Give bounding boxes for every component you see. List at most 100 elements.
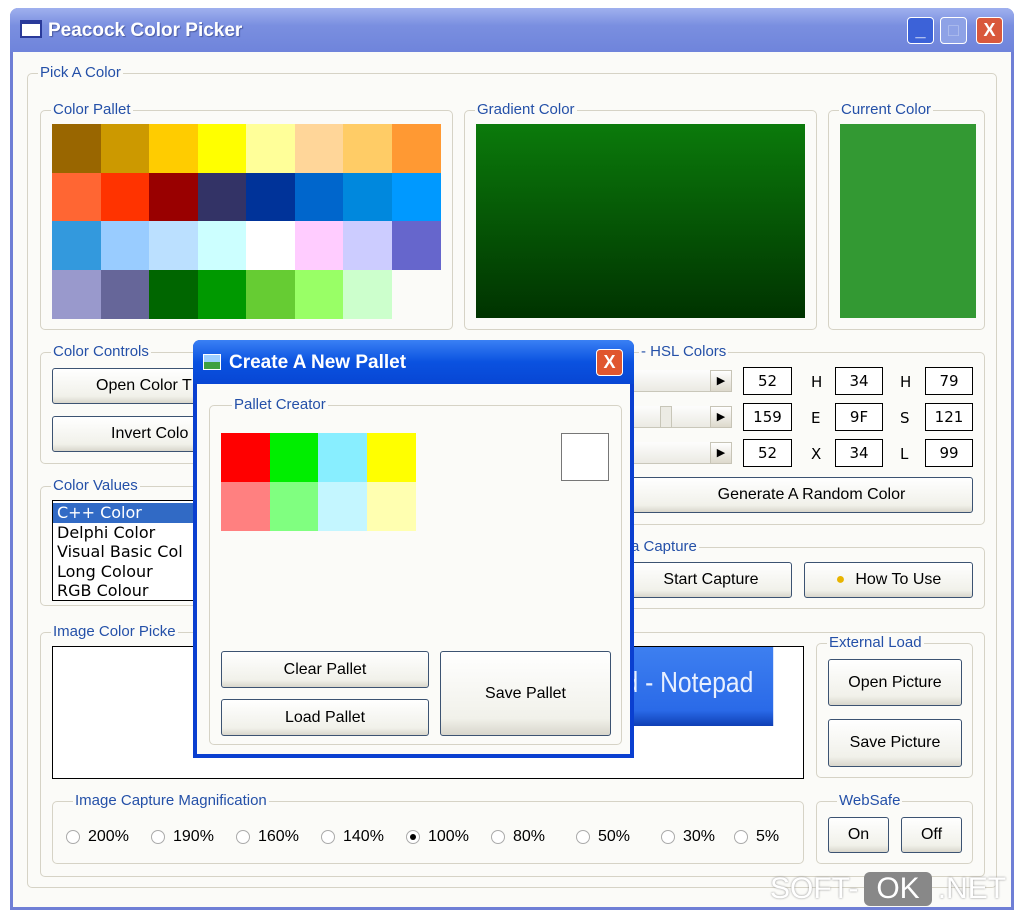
- magnification-radio[interactable]: 5%: [734, 828, 779, 846]
- pallet-color-cell[interactable]: [343, 124, 392, 173]
- slider-thumb[interactable]: [660, 406, 672, 428]
- hsl-value-field[interactable]: 121: [925, 403, 973, 431]
- scroll-right-arrow[interactable]: ▶: [710, 406, 732, 428]
- pallet-color-cell[interactable]: [343, 172, 392, 222]
- pallet-creator-cell[interactable]: [221, 481, 270, 531]
- pallet-color-cell[interactable]: [246, 124, 295, 173]
- pallet-color-cell[interactable]: [52, 172, 101, 222]
- rgb-value-field[interactable]: 52: [743, 439, 792, 467]
- pallet-creator-cell[interactable]: [269, 481, 319, 531]
- pallet-color-cell[interactable]: [294, 124, 344, 173]
- radio-label: 140%: [343, 828, 384, 845]
- pallet-color-cell[interactable]: [100, 172, 150, 222]
- pallet-creator-swatches[interactable]: [221, 433, 416, 531]
- magnification-radio[interactable]: 200%: [66, 828, 129, 846]
- button-label: Generate A Random Color: [717, 486, 906, 503]
- websafe-on-button[interactable]: On: [828, 817, 889, 853]
- magnification-radio[interactable]: 30%: [661, 828, 715, 846]
- minimize-button[interactable]: _: [907, 17, 934, 44]
- magnification-radio[interactable]: 160%: [236, 828, 299, 846]
- magnification-radio[interactable]: 140%: [321, 828, 384, 846]
- pallet-color-cell[interactable]: [52, 269, 101, 319]
- scroll-right-arrow[interactable]: ▶: [710, 442, 732, 464]
- radio-circle[interactable]: [151, 830, 165, 844]
- pallet-color-cell[interactable]: [343, 221, 392, 270]
- pallet-color-cell[interactable]: [52, 221, 101, 270]
- pallet-color-cell[interactable]: [294, 172, 344, 222]
- pallet-color-cell[interactable]: [294, 221, 344, 270]
- load-pallet-button[interactable]: Load Pallet: [221, 699, 429, 736]
- magnification-radio[interactable]: 190%: [151, 828, 214, 846]
- window-title: Peacock Color Picker: [48, 20, 243, 41]
- pallet-color-cell[interactable]: [246, 221, 295, 270]
- hsl-label: L: [900, 445, 909, 463]
- group-label: Current Color: [839, 101, 934, 118]
- radio-circle[interactable]: [661, 830, 675, 844]
- maximize-button[interactable]: □: [940, 17, 967, 44]
- group-label: Pallet Creator: [232, 396, 328, 413]
- radio-circle[interactable]: [576, 830, 590, 844]
- clear-pallet-button[interactable]: Clear Pallet: [221, 651, 429, 688]
- radio-circle[interactable]: [491, 830, 505, 844]
- rgb-value-field[interactable]: 159: [743, 403, 792, 431]
- pallet-color-cell[interactable]: [197, 269, 247, 319]
- how-to-use-button[interactable]: ● How To Use: [804, 562, 973, 598]
- hsl-value-field[interactable]: 79: [925, 367, 973, 395]
- pallet-color-cell[interactable]: [149, 172, 198, 222]
- save-picture-button[interactable]: Save Picture: [828, 719, 962, 767]
- websafe-off-button[interactable]: Off: [901, 817, 962, 853]
- open-picture-button[interactable]: Open Picture: [828, 659, 962, 706]
- pallet-creator-cell[interactable]: [366, 433, 416, 482]
- pallet-creator-cell[interactable]: [318, 433, 367, 482]
- group-label: Pick A Color: [38, 64, 123, 81]
- hex-value-field[interactable]: 34: [835, 439, 883, 467]
- hex-value-field[interactable]: 9F: [835, 403, 883, 431]
- hsl-value-field[interactable]: 99: [925, 439, 973, 467]
- selected-color-preview: [561, 433, 609, 481]
- dialog-close-button[interactable]: X: [596, 349, 623, 376]
- pallet-color-cell[interactable]: [100, 221, 150, 270]
- magnification-radio[interactable]: 50%: [576, 828, 630, 846]
- close-button[interactable]: X: [976, 17, 1003, 44]
- pallet-color-cell[interactable]: [343, 269, 392, 319]
- group-label: Color Values: [51, 477, 140, 494]
- pallet-color-cell[interactable]: [391, 124, 441, 173]
- pallet-color-cell[interactable]: [391, 172, 441, 222]
- pallet-color-cell[interactable]: [52, 124, 101, 173]
- pallet-color-cell[interactable]: [197, 124, 247, 173]
- magnification-radio[interactable]: 100%: [406, 828, 469, 846]
- current-color-swatch: [840, 124, 976, 318]
- radio-circle[interactable]: [236, 830, 250, 844]
- pallet-color-cell[interactable]: [100, 269, 150, 319]
- pallet-creator-cell[interactable]: [221, 433, 270, 482]
- pallet-color-cell[interactable]: [149, 124, 198, 173]
- pallet-color-cell[interactable]: [391, 269, 441, 319]
- radio-circle[interactable]: [734, 830, 748, 844]
- hex-value-field[interactable]: 34: [835, 367, 883, 395]
- rgb-value-field[interactable]: 52: [743, 367, 792, 395]
- group-label: WebSafe: [837, 792, 903, 809]
- scroll-right-arrow[interactable]: ▶: [710, 370, 732, 392]
- pallet-color-cell[interactable]: [294, 269, 344, 319]
- radio-circle[interactable]: [321, 830, 335, 844]
- pallet-creator-cell[interactable]: [366, 481, 416, 531]
- pallet-color-cell[interactable]: [197, 221, 247, 270]
- lightbulb-icon: ●: [835, 571, 846, 588]
- color-pallet-grid[interactable]: [52, 124, 441, 319]
- pallet-color-cell[interactable]: [246, 269, 295, 319]
- radio-label: 30%: [683, 828, 716, 845]
- pallet-color-cell[interactable]: [246, 172, 295, 222]
- radio-circle[interactable]: [66, 830, 80, 844]
- pallet-creator-cell[interactable]: [318, 481, 367, 531]
- pallet-color-cell[interactable]: [391, 221, 441, 270]
- pallet-color-cell[interactable]: [100, 124, 150, 173]
- pallet-color-cell[interactable]: [149, 269, 198, 319]
- pallet-color-cell[interactable]: [149, 221, 198, 270]
- watermark-text: OK: [864, 872, 932, 906]
- gradient-swatch[interactable]: [476, 124, 805, 318]
- save-pallet-button[interactable]: Save Pallet: [440, 651, 611, 736]
- pallet-color-cell[interactable]: [197, 172, 247, 222]
- radio-circle[interactable]: [406, 830, 420, 844]
- pallet-creator-cell[interactable]: [269, 433, 319, 482]
- magnification-radio[interactable]: 80%: [491, 828, 545, 846]
